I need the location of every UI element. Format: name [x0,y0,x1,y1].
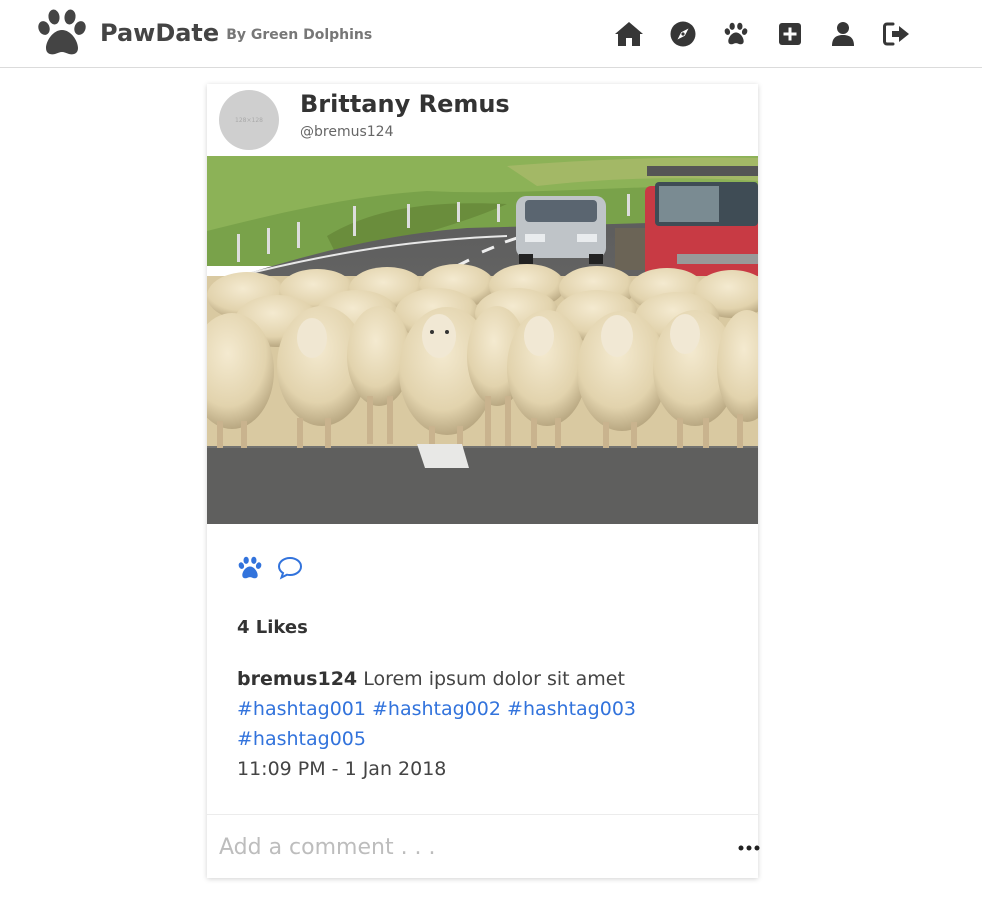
brand-name: PawDate [100,19,220,47]
hashtag-link[interactable]: #hashtag005 [237,728,366,750]
comment-input[interactable] [217,825,701,869]
nav-logout[interactable] [880,19,914,49]
red-truck [645,166,758,282]
paw-like-icon [238,556,262,579]
caption-text: Lorem ipsum dolor sit amet [363,668,625,690]
avatar[interactable]: 128×128 [219,90,279,150]
nav-paw[interactable] [719,19,753,49]
hashtag-link[interactable]: #hashtag002 [372,698,501,720]
brand-subtitle: By Green Dolphins [226,26,373,43]
comment-bar [207,814,761,878]
user-icon [832,22,854,46]
post-caption: bremus124 Lorem ipsum dolor sit amet #ha… [237,664,737,784]
author-display-name[interactable]: Brittany Remus [300,90,510,118]
comment-button[interactable] [277,556,303,580]
paw-logo-icon [38,9,86,55]
compass-icon [670,21,695,47]
plus-square-icon [778,23,801,45]
paw-icon [724,22,748,45]
navbar: PawDate By Green Dolphins [0,0,982,68]
author-handle[interactable]: @bremus124 [300,124,393,140]
nav-home[interactable] [612,19,646,49]
post-image[interactable] [207,156,758,524]
caption-username[interactable]: bremus124 [237,668,357,690]
nav-icons [612,19,933,49]
post-header: 128×128 Brittany Remus @bremus124 [207,84,758,156]
post-timestamp: 11:09 PM - 1 Jan 2018 [237,758,447,780]
post-card: 128×128 Brittany Remus @bremus124 4 Like… [207,84,761,878]
post-actions [237,556,317,580]
nav-new-post[interactable] [773,19,807,49]
nav-profile[interactable] [826,19,860,49]
like-button[interactable] [237,556,263,580]
home-icon [615,22,643,46]
more-options-icon[interactable] [737,844,761,852]
likes-count[interactable]: 4 Likes [237,617,308,638]
hashtag-link[interactable]: #hashtag001 [237,698,366,720]
brand[interactable]: PawDate By Green Dolphins [36,8,372,58]
nav-explore[interactable] [666,19,700,49]
sign-out-icon [882,22,909,46]
avatar-placeholder-text: 128×128 [235,116,263,124]
silver-car [516,196,606,264]
hashtag-link[interactable]: #hashtag003 [507,698,636,720]
comment-icon [277,556,303,580]
